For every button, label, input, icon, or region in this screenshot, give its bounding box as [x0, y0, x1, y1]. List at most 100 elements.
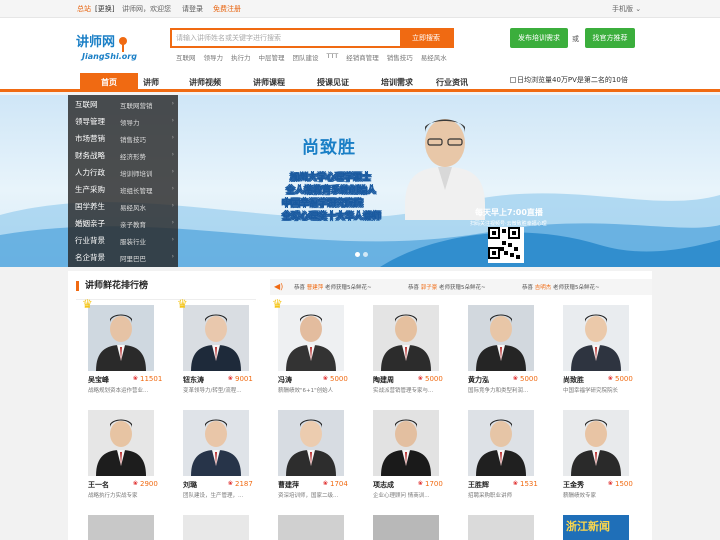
teacher-name[interactable]: 王一名	[88, 480, 109, 490]
teacher-card[interactable]: ♛ 吴宝峰 ❀ 11501 战略规划资本运作营业...	[82, 297, 162, 410]
category-sub-label[interactable]: 服装行业	[120, 236, 146, 246]
teacher-photo-partial[interactable]	[468, 515, 534, 540]
notice-item[interactable]: 恭喜 曹建萍 老师获赠5朵鲜花~	[294, 283, 372, 291]
category-sub-label[interactable]: 易经风水	[120, 202, 146, 212]
teacher-name[interactable]: 王胜辉	[468, 480, 489, 490]
category-row[interactable]: 行业背景 服装行业 ›	[68, 232, 178, 249]
category-main-label[interactable]: 财务战略	[75, 150, 105, 161]
category-row[interactable]: 婚姻亲子 亲子教育 ›	[68, 215, 178, 232]
nav-testimonials[interactable]: 授课见证	[304, 73, 362, 92]
category-main-label[interactable]: 行业背景	[75, 235, 105, 246]
teacher-name[interactable]: 刘璐	[183, 480, 197, 490]
teacher-photo[interactable]	[278, 410, 344, 476]
teacher-photo[interactable]	[278, 305, 344, 371]
teacher-card[interactable]: 尚致胜 ❀ 5000 中国幸福学研究院院长	[563, 305, 635, 410]
teacher-photo[interactable]	[468, 410, 534, 476]
teacher-card[interactable]: 陶建周 ❀ 5000 实战派营销管理专家与...	[373, 305, 445, 410]
hotword-link[interactable]: 经销商管理	[346, 52, 379, 62]
carousel-dot[interactable]	[363, 252, 368, 257]
teacher-photo[interactable]	[183, 305, 249, 371]
nav-home[interactable]: 首页	[80, 73, 138, 92]
notice-item[interactable]: 恭喜 吉明杰 老师获赠5朵鲜花~	[522, 283, 600, 291]
teacher-name[interactable]: 陶建周	[373, 375, 394, 385]
teacher-photo[interactable]	[88, 305, 154, 371]
teacher-photo-partial[interactable]	[88, 515, 154, 540]
search-button[interactable]: 立即搜索	[400, 30, 452, 46]
category-sub-label[interactable]: 阿里巴巴	[120, 253, 146, 263]
teacher-card[interactable]: 王金秀 ❀ 1500 薪酬绩效专家	[563, 410, 635, 515]
nav-teacher-courses[interactable]: 讲师课程	[240, 73, 298, 92]
category-main-label[interactable]: 生产采购	[75, 184, 105, 195]
site-logo[interactable]: 讲师网 JiangShi.org	[76, 31, 138, 63]
category-sub-label[interactable]: 领导力	[120, 117, 140, 127]
teacher-card[interactable]: ♛ 钮东涛 ❀ 9001 变革领导力/转型/流程...	[177, 297, 255, 410]
teacher-name[interactable]: 黄力泓	[468, 375, 489, 385]
category-main-label[interactable]: 市场营销	[75, 133, 105, 144]
teacher-name[interactable]: 曹建萍	[278, 480, 299, 490]
teacher-name[interactable]: 王金秀	[563, 480, 584, 490]
mobile-version-link[interactable]: 手机版 ⌄	[612, 4, 641, 14]
nav-teachers[interactable]: 讲师	[138, 73, 164, 92]
teacher-photo[interactable]	[563, 410, 629, 476]
teacher-name[interactable]: 冯涛	[278, 375, 292, 385]
teacher-photo[interactable]	[88, 410, 154, 476]
category-row[interactable]: 互联网 互联网营销 ›	[68, 96, 178, 113]
hotword-link[interactable]: 中层管理	[259, 52, 285, 62]
teacher-photo-partial[interactable]	[373, 515, 439, 540]
category-sub-label[interactable]: 互联网营销	[120, 100, 153, 110]
category-main-label[interactable]: 婚姻亲子	[75, 218, 105, 229]
teacher-card[interactable]: 王一名 ❀ 2900 战略执行力实战专家	[88, 410, 160, 515]
nav-industry-news[interactable]: 行业资讯	[432, 73, 472, 92]
teacher-card[interactable]: ♛ 冯涛 ❀ 5000 薪酬绩效"6+1"创始人	[272, 297, 350, 410]
post-training-need-button[interactable]: 发布培训需求	[510, 28, 568, 48]
category-row[interactable]: 财务战略 经济形势 ›	[68, 147, 178, 164]
teacher-card[interactable]: 刘璐 ❀ 2187 团队建设，生产管理，...	[183, 410, 255, 515]
hotword-link[interactable]: 领导力	[204, 52, 224, 62]
search-input[interactable]	[172, 30, 400, 46]
carousel-dot[interactable]	[355, 252, 360, 257]
notice-item[interactable]: 恭喜 郭子豪 老师获赠5朵鲜花~	[408, 283, 486, 291]
category-main-label[interactable]: 人力行政	[75, 167, 105, 178]
nav-training-needs[interactable]: 培训需求	[368, 73, 426, 92]
news-tile-partial[interactable]: 浙江新闻	[563, 515, 629, 540]
category-sub-label[interactable]: 亲子教育	[120, 219, 146, 229]
nav-teacher-videos[interactable]: 讲师视频	[176, 73, 234, 92]
teacher-photo[interactable]	[373, 410, 439, 476]
teacher-name[interactable]: 尚致胜	[563, 375, 584, 385]
category-row[interactable]: 人力行政 培训师培训 ›	[68, 164, 178, 181]
category-main-label[interactable]: 国学养生	[75, 201, 105, 212]
teacher-card[interactable]: 项志成 ❀ 1700 企业心理顾问 情商训...	[373, 410, 445, 515]
teacher-card[interactable]: 黄力泓 ❀ 5000 国际竞争力和类型利润...	[468, 305, 540, 410]
category-sub-label[interactable]: 经济形势	[120, 151, 146, 161]
nav-ad-banner[interactable]: 日均浏览量40万PV是第二名的10倍	[510, 75, 628, 85]
teacher-photo[interactable]	[468, 305, 534, 371]
category-main-label[interactable]: 互联网	[75, 99, 98, 110]
teacher-name[interactable]: 项志成	[373, 480, 394, 490]
hotword-link[interactable]: 销售技巧	[387, 52, 413, 62]
category-main-label[interactable]: 名企背景	[75, 252, 105, 263]
category-sub-label[interactable]: 班组长管理	[120, 185, 153, 195]
hotword-link[interactable]: 团队建设	[293, 52, 319, 62]
teacher-name[interactable]: 钮东涛	[183, 375, 204, 385]
change-city-link[interactable]: [更换]	[95, 4, 114, 14]
hotword-link[interactable]: 易经风水	[421, 52, 447, 62]
category-sub-label[interactable]: 培训师培训	[120, 168, 153, 178]
teacher-card[interactable]: 曹建萍 ❀ 1704 资深培训师，国家二级...	[278, 410, 350, 515]
find-recommend-button[interactable]: 找官方推荐	[585, 28, 635, 48]
teacher-name[interactable]: 吴宝峰	[88, 375, 109, 385]
teacher-photo-partial[interactable]	[183, 515, 249, 540]
city-label[interactable]: 总站	[77, 4, 91, 14]
teacher-photo[interactable]	[563, 305, 629, 371]
category-main-label[interactable]: 领导管理	[75, 116, 105, 127]
hotword-link[interactable]: 互联网	[176, 52, 196, 62]
teacher-photo[interactable]	[183, 410, 249, 476]
login-link[interactable]: 请登录	[182, 4, 203, 14]
hotword-link[interactable]: 执行力	[231, 52, 251, 62]
register-link[interactable]: 免费注册	[213, 4, 241, 14]
category-sub-label[interactable]: 销售技巧	[120, 134, 146, 144]
category-row[interactable]: 生产采购 班组长管理 ›	[68, 181, 178, 198]
category-row[interactable]: 名企背景 阿里巴巴 ›	[68, 249, 178, 266]
category-row[interactable]: 市场营销 销售技巧 ›	[68, 130, 178, 147]
category-row[interactable]: 领导管理 领导力 ›	[68, 113, 178, 130]
hotword-link[interactable]: TTT	[327, 52, 339, 62]
